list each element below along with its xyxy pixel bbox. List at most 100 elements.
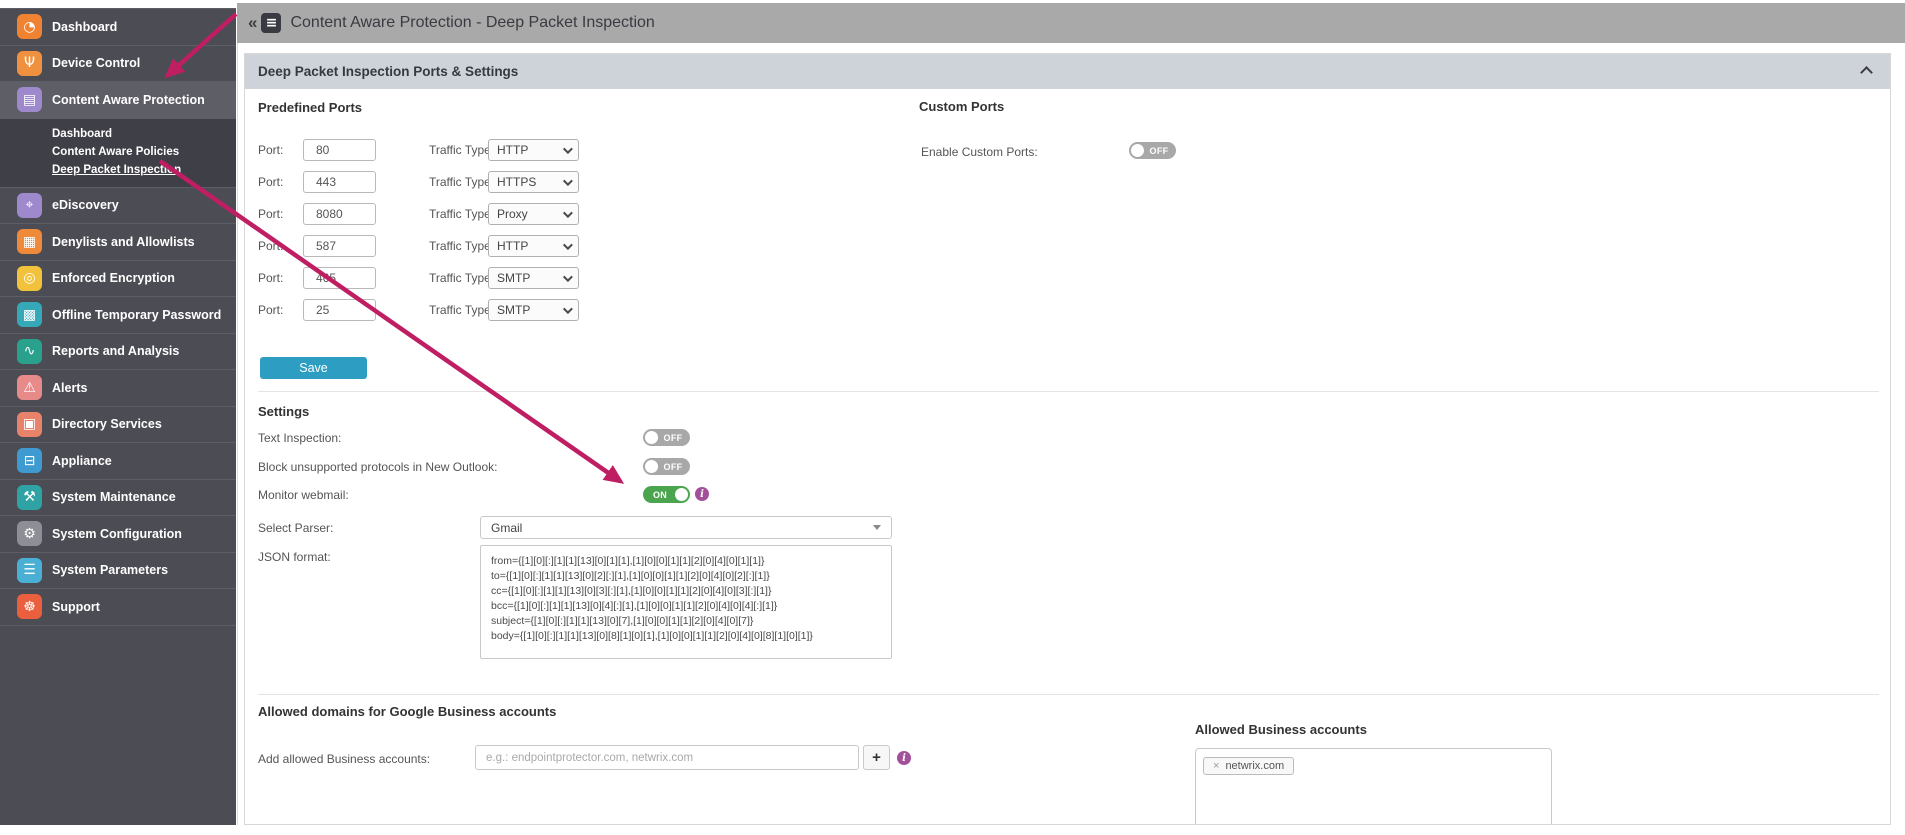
sidebar-subitem[interactable]: Content Aware Policies	[0, 143, 236, 161]
traffic-type-label: Traffic Type:	[429, 175, 495, 189]
traffic-type-select[interactable]: HTTP	[488, 235, 579, 257]
sidebar-item[interactable]: ◎ Enforced Encryption	[0, 259, 236, 297]
chevron-down-icon	[562, 303, 573, 314]
panel-title: Deep Packet Inspection Ports & Settings	[258, 64, 519, 79]
save-button[interactable]: Save	[260, 357, 367, 379]
sidebar-item[interactable]: ∿ Reports and Analysis	[0, 332, 236, 370]
port-label: Port:	[258, 303, 284, 317]
monitor-webmail-toggle[interactable]: ON	[643, 486, 690, 503]
add-business-accounts-label: Add allowed Business accounts:	[258, 752, 431, 766]
port-label: Port:	[258, 207, 284, 221]
sidebar-item-icon: ☸	[17, 594, 42, 620]
port-label: Port:	[258, 175, 284, 189]
add-account-button[interactable]: +	[863, 745, 890, 770]
sidebar-item-label: Directory Services	[52, 417, 162, 432]
collapse-sidebar-icon[interactable]: «	[248, 13, 257, 33]
enable-custom-ports-toggle[interactable]: OFF	[1129, 142, 1176, 159]
traffic-type-value: HTTP	[497, 239, 529, 253]
block-unsupported-protocols-label: Block unsupported protocols in New Outlo…	[258, 460, 498, 474]
sidebar-item-label: Dashboard	[52, 19, 118, 34]
sidebar-subitem[interactable]: Dashboard	[0, 125, 236, 143]
sidebar-item[interactable]: ⚙ System Configuration	[0, 515, 236, 552]
sidebar-item-label: Device Control	[52, 56, 141, 71]
traffic-type-value: HTTPS	[497, 175, 537, 189]
select-parser-label: Select Parser:	[258, 521, 334, 535]
enable-custom-ports-label: Enable Custom Ports:	[921, 145, 1038, 159]
sidebar-item-label: System Maintenance	[52, 490, 176, 505]
chevron-up-icon[interactable]	[1861, 66, 1872, 77]
text-inspection-toggle[interactable]: OFF	[643, 429, 690, 446]
traffic-type-select[interactable]: SMTP	[488, 267, 579, 289]
allowed-domains-heading: Allowed domains for Google Business acco…	[258, 704, 557, 719]
port-row: Port: Traffic Type: HTTP	[258, 139, 598, 161]
sidebar-item[interactable]: ⌖ eDiscovery	[0, 186, 236, 224]
sidebar-item[interactable]: ▤ Content Aware Protection	[0, 81, 236, 118]
sidebar-item-icon: ▩	[17, 302, 42, 328]
caret-down-icon	[873, 525, 881, 530]
port-row: Port: Traffic Type: HTTP	[258, 235, 598, 257]
port-row: Port: Traffic Type: SMTP	[258, 267, 598, 289]
parser-select-value: Gmail	[491, 520, 523, 535]
port-input[interactable]	[303, 203, 376, 225]
sidebar-item[interactable]: ☰ System Parameters	[0, 551, 236, 589]
info-icon[interactable]: i	[897, 751, 911, 765]
traffic-type-select[interactable]: Proxy	[488, 203, 579, 225]
traffic-type-select[interactable]: HTTP	[488, 139, 579, 161]
traffic-type-label: Traffic Type:	[429, 239, 495, 253]
sidebar-item-label: Appliance	[52, 453, 112, 468]
sidebar-item[interactable]: ⚠ Alerts	[0, 369, 236, 406]
page-title: Content Aware Protection - Deep Packet I…	[290, 14, 655, 31]
parser-select[interactable]: Gmail	[480, 516, 892, 539]
sidebar-item-label: Denylists and Allowlists	[52, 234, 195, 249]
port-row: Port: Traffic Type: Proxy	[258, 203, 598, 225]
sidebar-item[interactable]: ☸ Support	[0, 588, 236, 625]
chevron-down-icon	[562, 143, 573, 154]
sidebar-subitem[interactable]: Deep Packet Inspection	[0, 161, 236, 179]
custom-ports-heading: Custom Ports	[919, 99, 1005, 114]
toggle-state-label: OFF	[663, 461, 683, 472]
traffic-type-select[interactable]: HTTPS	[488, 171, 579, 193]
sidebar-item-label: System Parameters	[52, 563, 169, 578]
json-format-textarea[interactable]: from={[1][0][:][1][1][13][0][1][1],[1][0…	[480, 545, 892, 659]
sidebar-subitem-label: Content Aware Policies	[52, 145, 180, 158]
port-input[interactable]	[303, 171, 376, 193]
business-accounts-input[interactable]	[475, 745, 859, 770]
chevron-down-icon	[562, 271, 573, 282]
predefined-ports-heading: Predefined Ports	[258, 100, 363, 115]
sidebar: ◔ Dashboard Ψ Device Control ▤ Content A…	[0, 8, 236, 825]
sidebar-subitem-label: Dashboard	[52, 127, 113, 140]
page-header-bar: « ≡ Content Aware Protection - Deep Pack…	[237, 3, 1905, 43]
port-input[interactable]	[303, 267, 376, 289]
sidebar-item-icon: ⚠	[17, 375, 42, 401]
traffic-type-select[interactable]: SMTP	[488, 299, 579, 321]
remove-tag-icon[interactable]: ×	[1213, 760, 1219, 772]
divider	[258, 391, 1879, 392]
sidebar-item-icon: ▣	[17, 411, 42, 437]
allowed-accounts-box: × netwrix.com	[1195, 748, 1552, 824]
sidebar-item[interactable]: Ψ Device Control	[0, 44, 236, 82]
content-aware-protection-submenu: Dashboard Content Aware Policies Deep Pa…	[0, 117, 236, 187]
sidebar-item[interactable]: ◔ Dashboard	[0, 8, 236, 45]
port-label: Port:	[258, 271, 284, 285]
port-input[interactable]	[303, 299, 376, 321]
port-row: Port: Traffic Type: HTTPS	[258, 171, 598, 193]
sidebar-item-icon: ⚒	[17, 484, 42, 510]
chevron-down-icon	[562, 175, 573, 186]
sidebar-item-icon: ⊟	[17, 448, 42, 474]
port-input[interactable]	[303, 139, 376, 161]
content-left-border	[237, 43, 238, 825]
sidebar-item[interactable]: ▣ Directory Services	[0, 405, 236, 443]
sidebar-item-label: Support	[52, 599, 100, 614]
predefined-ports-list: Port: Traffic Type: HTTP Port: Traffic T…	[258, 139, 598, 321]
info-icon[interactable]: i	[695, 487, 709, 501]
sidebar-item[interactable]: ▦ Denylists and Allowlists	[0, 223, 236, 260]
document-icon: ≡	[261, 13, 282, 33]
toggle-knob	[675, 488, 688, 501]
block-unsupported-protocols-toggle[interactable]: OFF	[643, 458, 690, 475]
sidebar-item[interactable]: ⚒ System Maintenance	[0, 478, 236, 516]
sidebar-item-label: Reports and Analysis	[52, 344, 180, 359]
sidebar-item[interactable]: ▩ Offline Temporary Password	[0, 296, 236, 333]
sidebar-item[interactable]: ⊟ Appliance	[0, 442, 236, 479]
port-input[interactable]	[303, 235, 376, 257]
sidebar-item-icon: ⚙	[17, 521, 42, 547]
